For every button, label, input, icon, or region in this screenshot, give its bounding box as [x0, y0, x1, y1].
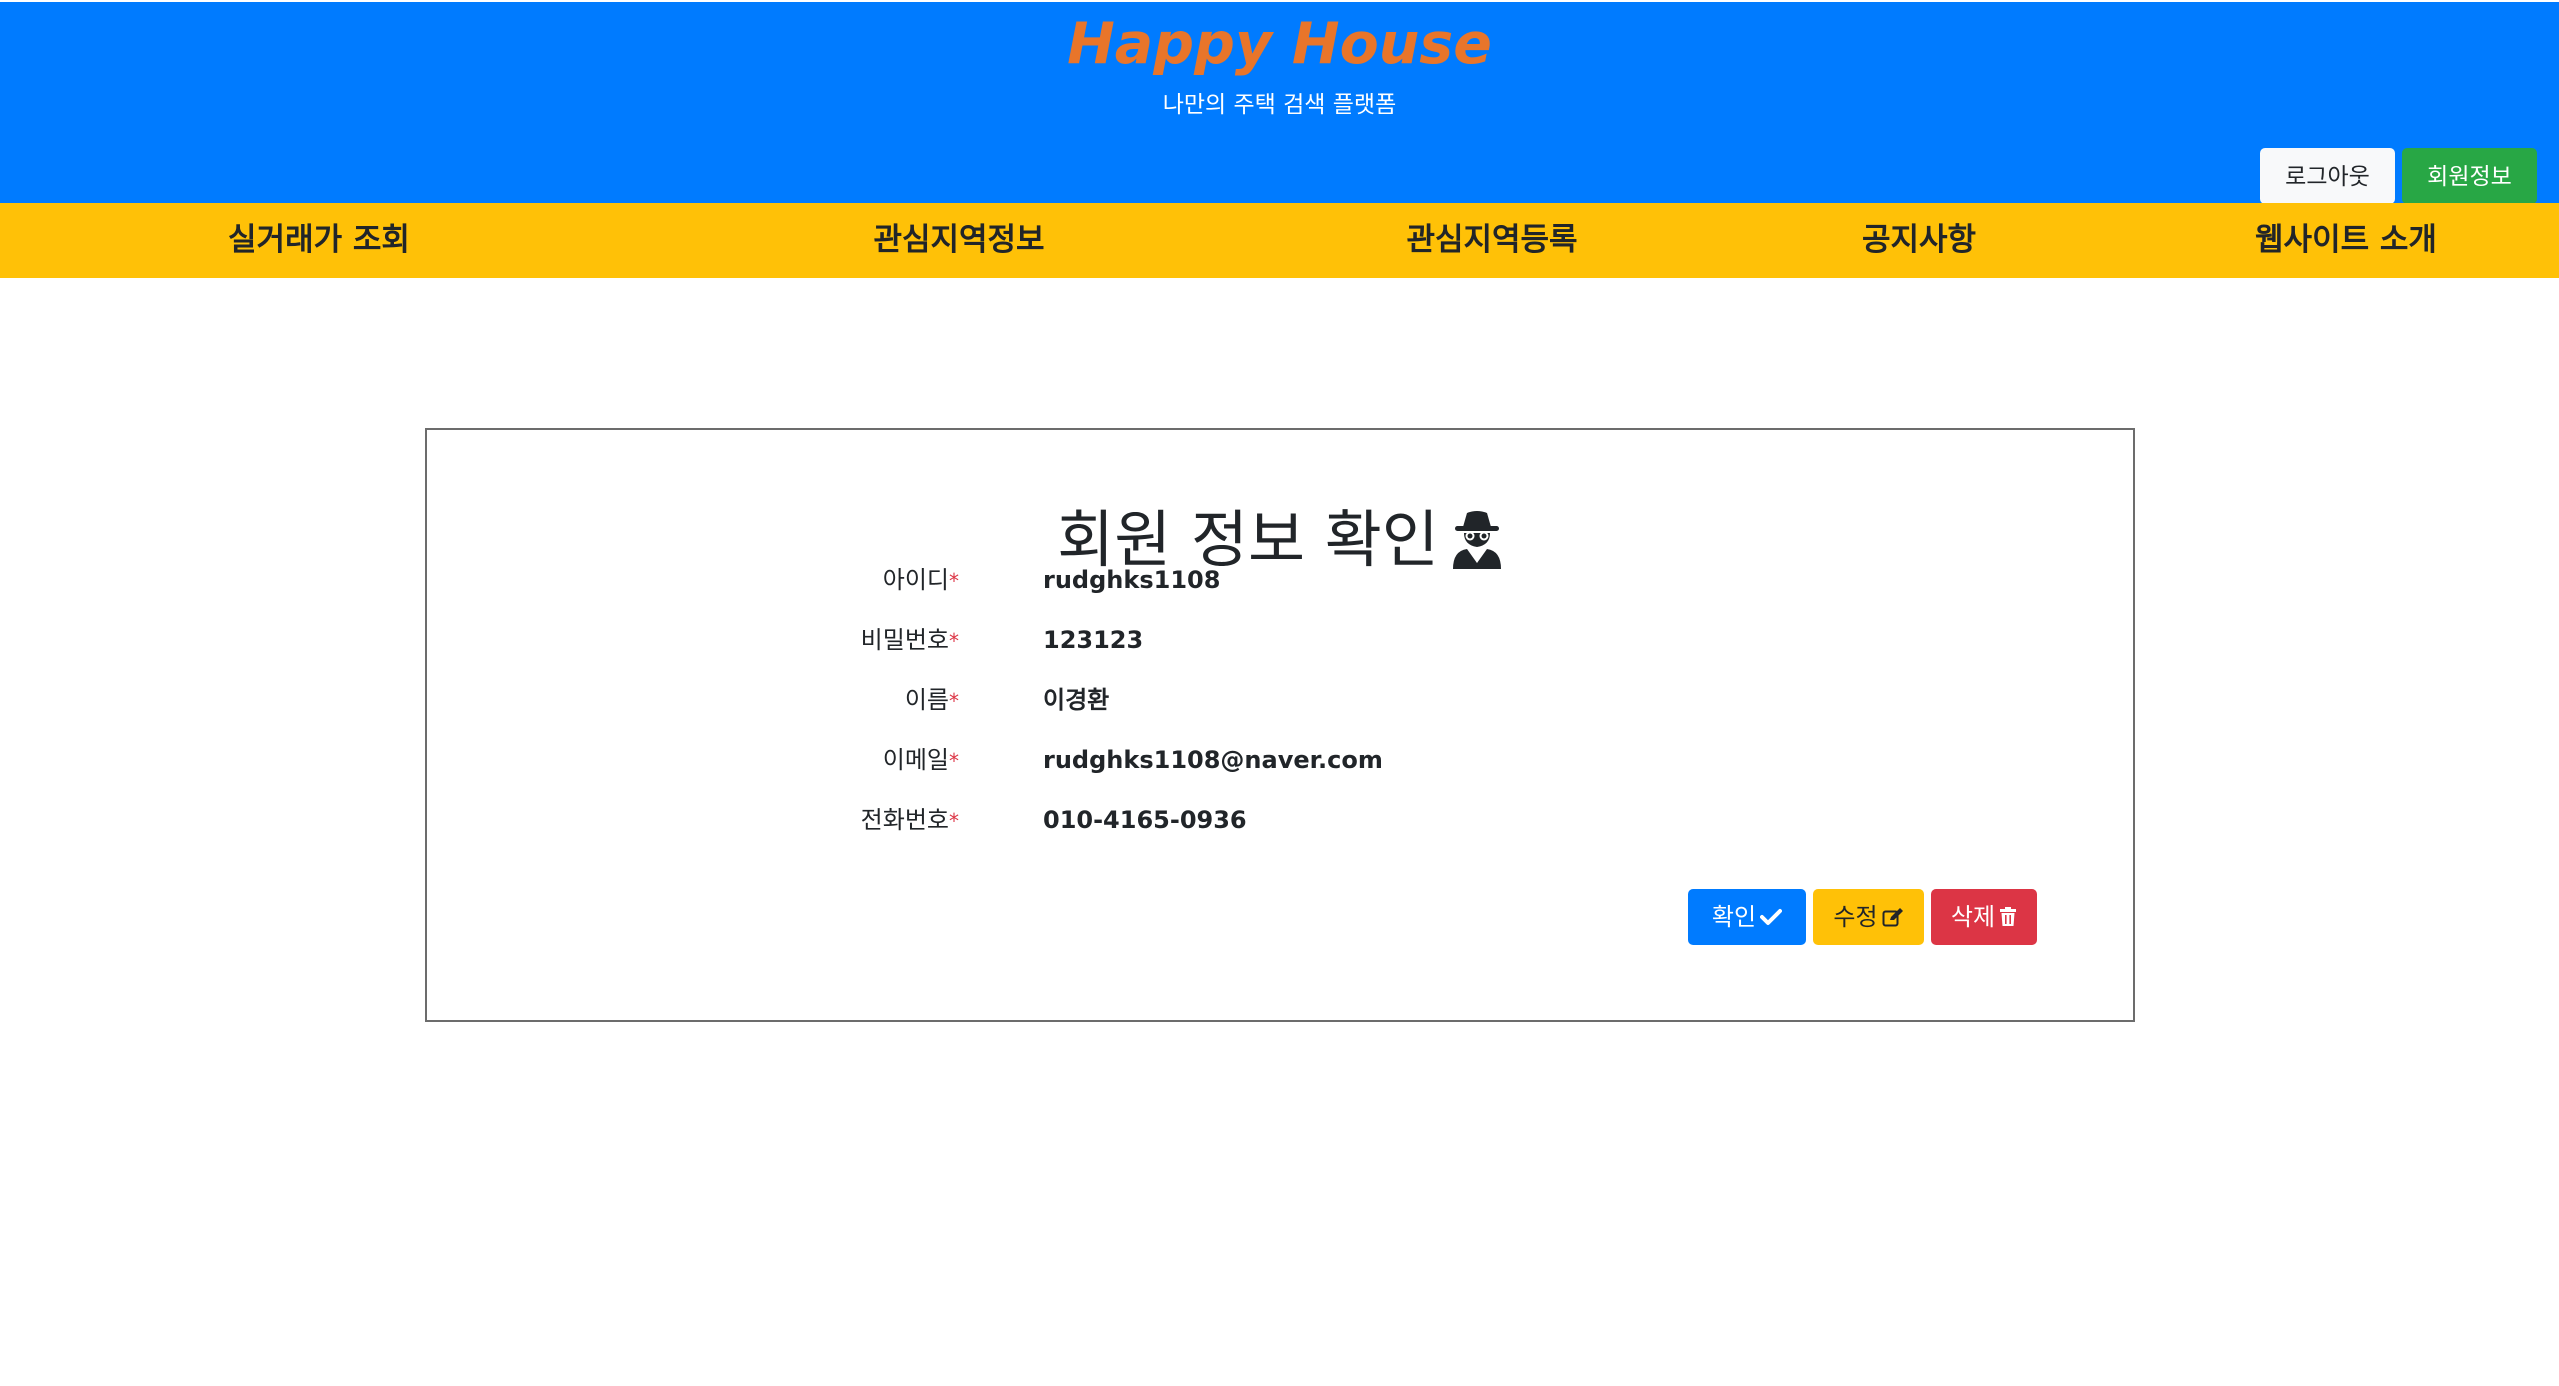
logout-button[interactable]: 로그아웃 [2260, 148, 2395, 204]
required-mark: * [949, 749, 959, 773]
nav-item-interest-info[interactable]: 관심지역정보 [873, 203, 1044, 278]
confirm-button[interactable]: 확인 [1688, 889, 1806, 945]
required-mark: * [949, 629, 959, 653]
edit-button[interactable]: 수정 [1813, 889, 1924, 945]
field-value-id: rudghks1108 [1043, 566, 1221, 594]
edit-button-label: 수정 [1833, 904, 1878, 931]
field-label-name: 이름* [904, 686, 959, 714]
field-value-email: rudghks1108@naver.com [1043, 746, 1383, 774]
member-info-button[interactable]: 회원정보 [2402, 148, 2537, 204]
nav-item-notice[interactable]: 공지사항 [1862, 203, 1976, 278]
required-mark: * [949, 689, 959, 713]
required-mark: * [949, 569, 959, 593]
required-mark: * [949, 809, 959, 833]
field-label-phone: 전화번호* [860, 806, 959, 834]
field-row-name: 이름* 이경환 [427, 680, 2137, 720]
site-title[interactable]: Happy House [0, 6, 2559, 82]
field-value-name: 이경환 [1043, 686, 1110, 714]
field-row-email: 이메일* rudghks1108@naver.com [427, 740, 2137, 780]
main-nav: 실거래가 조회 관심지역정보 관심지역등록 공지사항 웹사이트 소개 [0, 203, 2559, 278]
check-icon [1760, 908, 1783, 925]
field-row-password: 비밀번호* 123123 [427, 620, 2137, 660]
field-label-id: 아이디* [882, 566, 959, 594]
trash-icon [2000, 906, 2017, 926]
site-header: Happy House 나만의 주택 검색 플랫폼 로그아웃 회원정보 [0, 0, 2559, 204]
delete-button-label: 삭제 [1950, 904, 1996, 931]
nav-item-interest-register[interactable]: 관심지역등록 [1406, 203, 1577, 278]
member-info-card: 회원 정보 확인 아이디* rudghks1108 비밀번호* 123123 이… [425, 428, 2135, 1022]
delete-button[interactable]: 삭제 [1931, 889, 2037, 945]
field-value-password: 123123 [1043, 626, 1144, 654]
field-label-password: 비밀번호* [860, 626, 959, 654]
field-row-id: 아이디* rudghks1108 [427, 560, 2137, 600]
nav-item-real-price[interactable]: 실거래가 조회 [228, 203, 410, 278]
site-subtitle: 나만의 주택 검색 플랫폼 [1162, 92, 1397, 118]
confirm-button-label: 확인 [1711, 904, 1757, 931]
edit-icon [1882, 907, 1903, 927]
field-label-email: 이메일* [882, 746, 959, 774]
nav-item-about[interactable]: 웹사이트 소개 [2255, 203, 2437, 278]
field-row-phone: 전화번호* 010-4165-0936 [427, 800, 2137, 840]
field-value-phone: 010-4165-0936 [1043, 806, 1247, 834]
